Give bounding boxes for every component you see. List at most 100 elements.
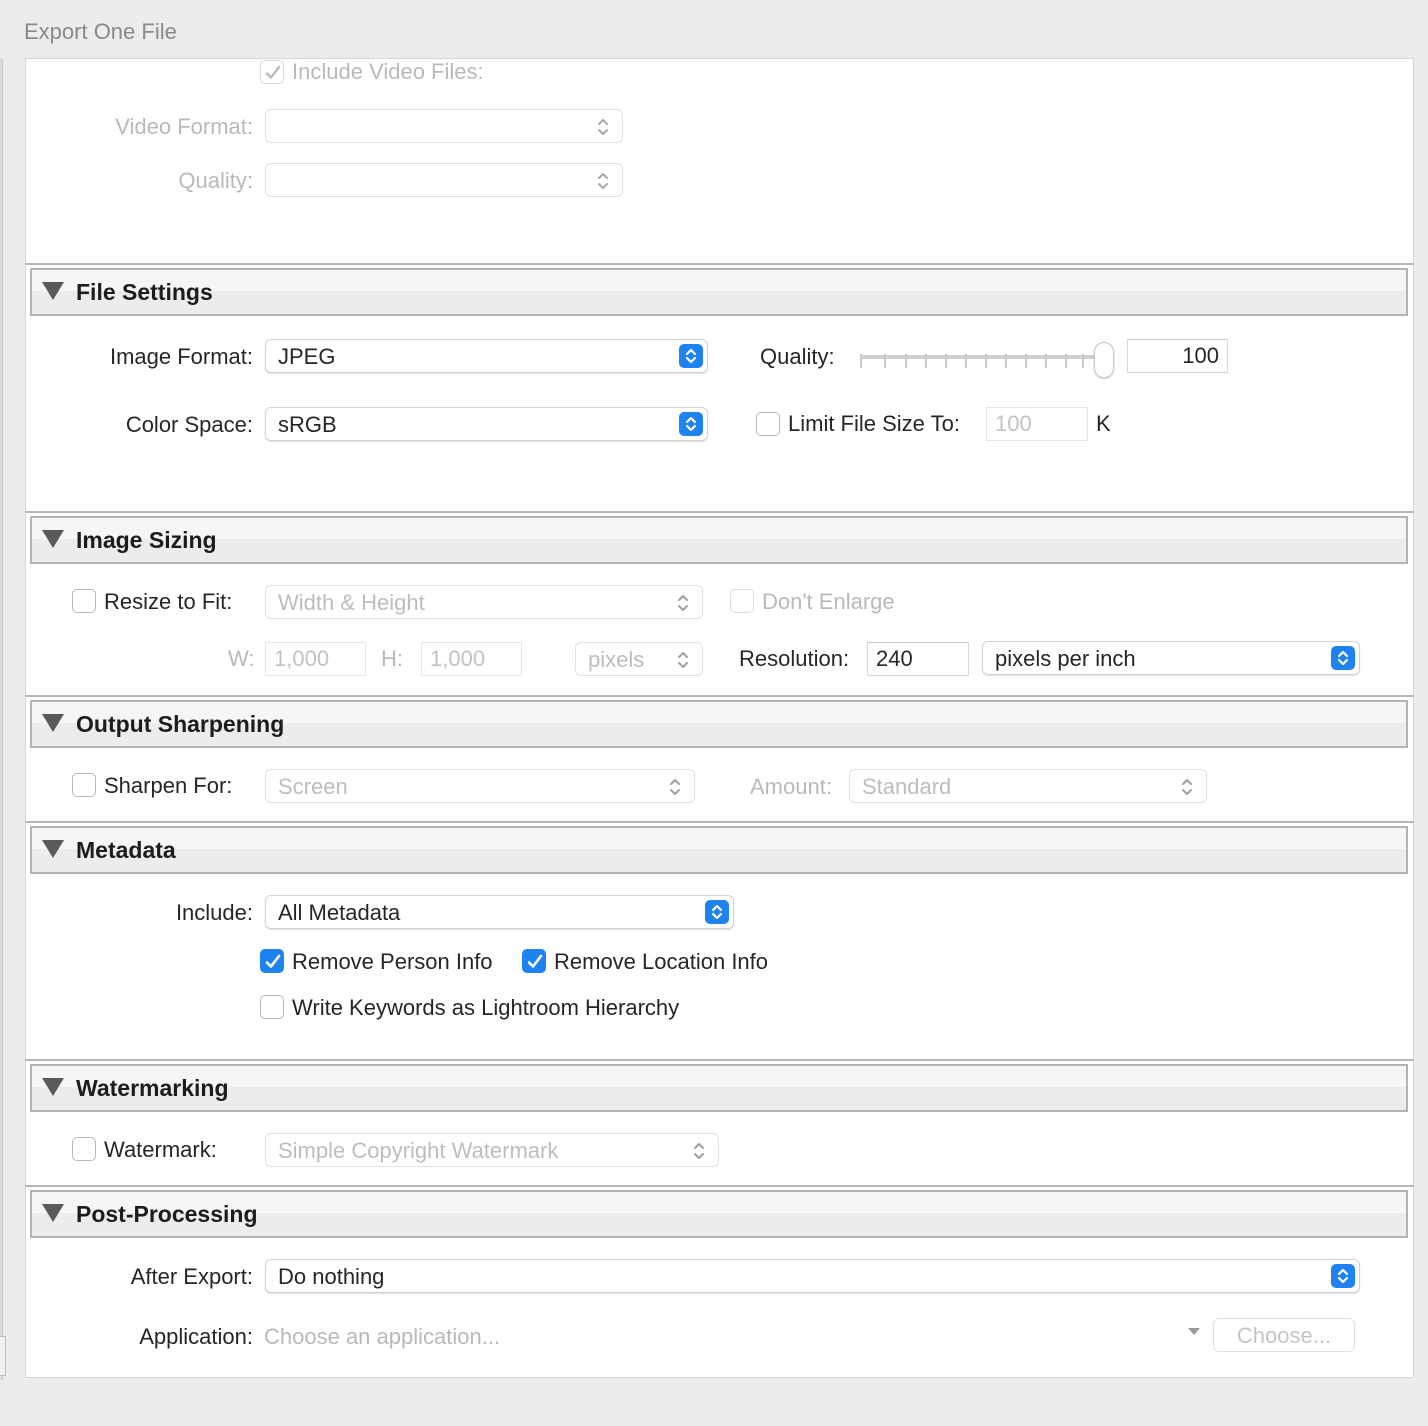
after-export-value: Do nothing xyxy=(278,1264,385,1289)
section-divider xyxy=(25,695,1414,697)
write-keywords-checkbox[interactable] xyxy=(260,995,284,1019)
left-edge xyxy=(0,58,3,1380)
slider-tick xyxy=(945,354,947,368)
height-label: H: xyxy=(381,646,403,671)
section-divider xyxy=(25,511,1414,513)
chevron-updown-icon xyxy=(1331,1264,1355,1288)
disclosure-triangle-icon[interactable] xyxy=(42,530,64,548)
section-divider xyxy=(25,821,1414,823)
watermark-select[interactable]: Simple Copyright Watermark xyxy=(265,1133,719,1167)
slider-tick xyxy=(985,354,987,368)
resize-mode-value: Width & Height xyxy=(278,590,425,615)
sharpen-for-checkbox[interactable] xyxy=(72,773,96,797)
remove-person-info-label: Remove Person Info xyxy=(292,949,493,974)
section-title: Image Sizing xyxy=(76,527,217,553)
section-divider xyxy=(25,1059,1414,1061)
size-units-select[interactable]: pixels xyxy=(575,642,703,676)
width-label: W: xyxy=(228,646,255,671)
quality-value-field[interactable]: 100 xyxy=(1127,339,1228,373)
sharpen-for-value: Screen xyxy=(278,774,348,799)
choose-application-button[interactable]: Choose... xyxy=(1213,1318,1355,1352)
remove-location-info-label: Remove Location Info xyxy=(554,949,769,974)
resolution-unit-select[interactable]: pixels per inch xyxy=(982,641,1360,675)
remove-location-info-checkbox[interactable] xyxy=(522,949,546,973)
resolution-label: Resolution: xyxy=(739,646,850,671)
after-export-select[interactable]: Do nothing xyxy=(265,1259,1360,1293)
chevron-updown-icon xyxy=(678,652,688,668)
after-export-label: After Export: xyxy=(130,1264,253,1289)
image-format-select[interactable]: JPEG xyxy=(265,339,708,373)
application-label: Application: xyxy=(139,1324,253,1349)
disclosure-triangle-icon[interactable] xyxy=(42,1204,64,1222)
slider-tick xyxy=(1005,354,1007,368)
limit-file-size-checkbox[interactable] xyxy=(756,412,780,436)
section-header-watermarking[interactable]: Watermarking xyxy=(30,1064,1408,1112)
section-divider xyxy=(25,1185,1414,1187)
write-keywords-label: Write Keywords as Lightroom Hierarchy xyxy=(292,995,680,1020)
amount-value: Standard xyxy=(862,774,952,799)
slider-tick xyxy=(860,354,862,368)
limit-file-size-field[interactable]: 100 xyxy=(986,407,1088,441)
include-video-label: Include Video Files: xyxy=(292,59,484,84)
slider-tick xyxy=(1045,354,1047,368)
image-format-label: Image Format: xyxy=(109,344,253,369)
quality-slider-track[interactable] xyxy=(860,355,1100,359)
resize-mode-select[interactable]: Width & Height xyxy=(265,585,703,619)
disclosure-triangle-icon[interactable] xyxy=(42,840,64,858)
chevron-updown-icon xyxy=(679,344,703,368)
width-field[interactable]: 1,000 xyxy=(265,642,366,676)
chevron-updown-icon xyxy=(1331,646,1355,670)
dont-enlarge-checkbox[interactable] xyxy=(730,589,754,613)
disclosure-triangle-icon[interactable] xyxy=(42,714,64,732)
height-field[interactable]: 1,000 xyxy=(421,642,522,676)
application-field[interactable]: Choose an application... xyxy=(264,1324,500,1350)
remove-person-info-checkbox[interactable] xyxy=(260,949,284,973)
disclosure-triangle-icon[interactable] xyxy=(42,282,64,300)
metadata-include-value: All Metadata xyxy=(278,900,401,925)
amount-select[interactable]: Standard xyxy=(849,769,1207,803)
quality-label: Quality: xyxy=(760,344,835,369)
video-format-select[interactable] xyxy=(265,109,623,143)
slider-tick xyxy=(925,354,927,368)
limit-file-size-unit: K xyxy=(1096,411,1111,436)
quality-slider-knob[interactable] xyxy=(1094,342,1114,378)
left-edge-handle xyxy=(0,1336,6,1376)
chevron-updown-icon xyxy=(598,173,608,189)
metadata-include-label: Include: xyxy=(175,900,253,925)
checkmark-icon xyxy=(527,954,543,968)
image-format-value: JPEG xyxy=(278,344,336,369)
limit-file-size-label: Limit File Size To: xyxy=(788,411,960,436)
watermark-checkbox[interactable] xyxy=(72,1137,96,1161)
chevron-updown-icon xyxy=(694,1143,704,1159)
section-title: Output Sharpening xyxy=(76,711,285,737)
disclosure-triangle-icon[interactable] xyxy=(42,1078,64,1096)
color-space-select[interactable]: sRGB xyxy=(265,407,708,441)
video-quality-select[interactable] xyxy=(265,163,623,197)
section-header-image-sizing[interactable]: Image Sizing xyxy=(30,516,1408,564)
section-header-metadata[interactable]: Metadata xyxy=(30,826,1408,874)
amount-label: Amount: xyxy=(750,774,832,799)
resolution-field[interactable]: 240 xyxy=(867,642,969,676)
section-header-output-sharpening[interactable]: Output Sharpening xyxy=(30,700,1408,748)
sharpen-for-select[interactable]: Screen xyxy=(265,769,695,803)
chevron-updown-icon xyxy=(598,119,608,135)
checkmark-icon xyxy=(265,954,281,968)
section-header-file-settings[interactable]: File Settings xyxy=(30,268,1408,316)
chevron-updown-icon xyxy=(679,412,703,436)
slider-tick xyxy=(884,354,886,368)
color-space-label: Color Space: xyxy=(125,412,253,437)
window-title: Export One File xyxy=(24,19,177,44)
include-video-checkbox[interactable] xyxy=(260,60,284,84)
section-header-post-processing[interactable]: Post-Processing xyxy=(30,1190,1408,1238)
resolution-unit-value: pixels per inch xyxy=(995,646,1136,671)
checkmark-icon xyxy=(265,65,281,79)
resize-to-fit-checkbox[interactable] xyxy=(72,589,96,613)
video-quality-label: Quality: xyxy=(178,168,253,193)
section-divider xyxy=(25,263,1414,265)
slider-tick xyxy=(965,354,967,368)
metadata-include-select[interactable]: All Metadata xyxy=(265,895,734,929)
video-format-label: Video Format: xyxy=(115,114,253,139)
chevron-updown-icon xyxy=(678,595,688,611)
dont-enlarge-label: Don't Enlarge xyxy=(762,589,895,614)
dropdown-arrow-icon[interactable] xyxy=(1186,1326,1202,1338)
